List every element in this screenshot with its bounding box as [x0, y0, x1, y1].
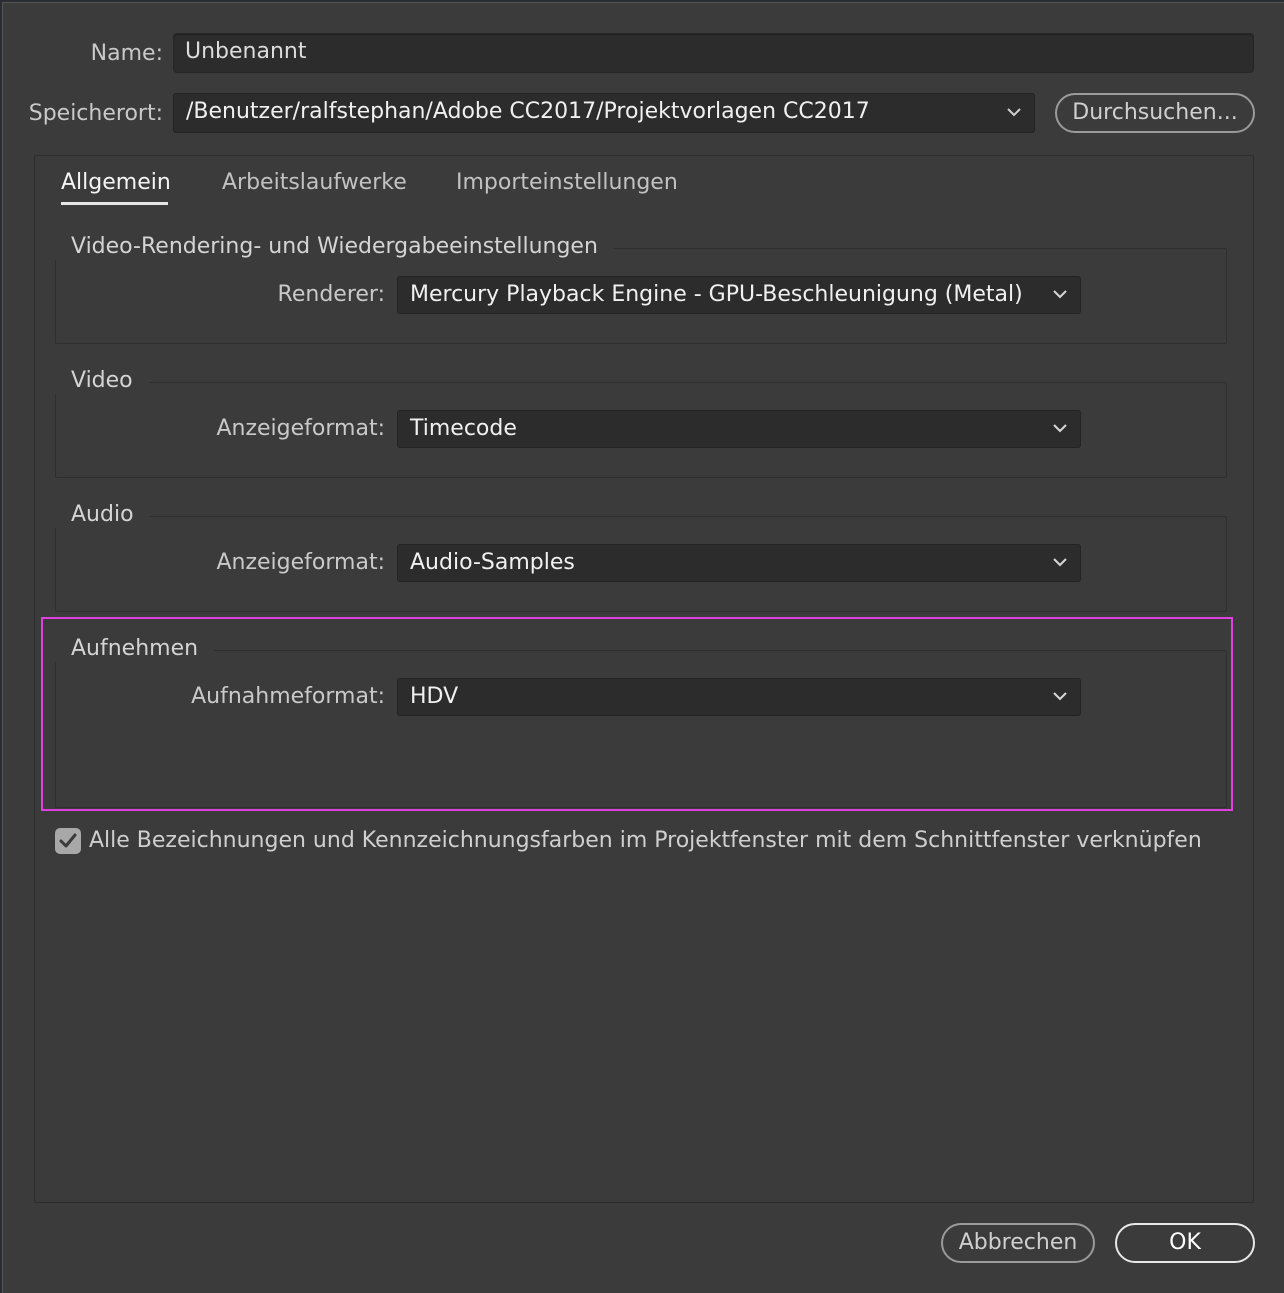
link-labels-checkbox[interactable] — [55, 828, 81, 854]
renderer-label: Renderer: — [277, 282, 385, 307]
renderer-select[interactable]: Mercury Playback Engine - GPU-Beschleuni… — [397, 276, 1081, 314]
chevron-down-icon — [1053, 290, 1067, 299]
renderer-select-value: Mercury Playback Engine - GPU-Beschleuni… — [410, 282, 1023, 307]
location-select[interactable]: /Benutzer/ralfstephan/Adobe CC2017/Proje… — [173, 93, 1035, 133]
name-input[interactable]: Unbenannt — [173, 33, 1254, 73]
video-format-label: Anzeigeformat: — [216, 416, 385, 441]
active-tab-underline — [61, 202, 168, 205]
audio-format-select[interactable]: Audio-Samples — [397, 544, 1081, 582]
cancel-button[interactable]: Abbrechen — [941, 1223, 1095, 1263]
location-select-value: /Benutzer/ralfstephan/Adobe CC2017/Proje… — [186, 99, 870, 124]
chevron-down-icon — [1053, 558, 1067, 567]
chevron-down-icon — [1007, 108, 1021, 117]
checkmark-icon — [59, 833, 77, 848]
tab-allgemein[interactable]: Allgemein — [61, 170, 171, 195]
video-format-select[interactable]: Timecode — [397, 410, 1081, 448]
video-format-select-value: Timecode — [410, 416, 517, 441]
audio-format-select-value: Audio-Samples — [410, 550, 575, 575]
audio-format-label: Anzeigeformat: — [216, 550, 385, 575]
chevron-down-icon — [1053, 424, 1067, 433]
location-label: Speicherort: — [28, 101, 163, 126]
link-labels-label: Alle Bezeichnungen und Kennzeichnungsfar… — [89, 828, 1202, 853]
video-group-title: Video — [55, 368, 149, 394]
new-project-dialog: Name: Unbenannt Speicherort: /Benutzer/r… — [2, 2, 1284, 1293]
capture-group-highlight — [41, 617, 1233, 811]
tab-importeinstellungen[interactable]: Importeinstellungen — [456, 170, 678, 195]
tab-arbeitslaufwerke[interactable]: Arbeitslaufwerke — [222, 170, 407, 195]
audio-group-title: Audio — [55, 502, 150, 528]
name-label: Name: — [90, 41, 163, 66]
ok-button[interactable]: OK — [1115, 1223, 1255, 1263]
rendering-group-title: Video-Rendering- und Wiedergabeeinstellu… — [55, 234, 614, 260]
browse-button[interactable]: Durchsuchen... — [1055, 93, 1255, 133]
